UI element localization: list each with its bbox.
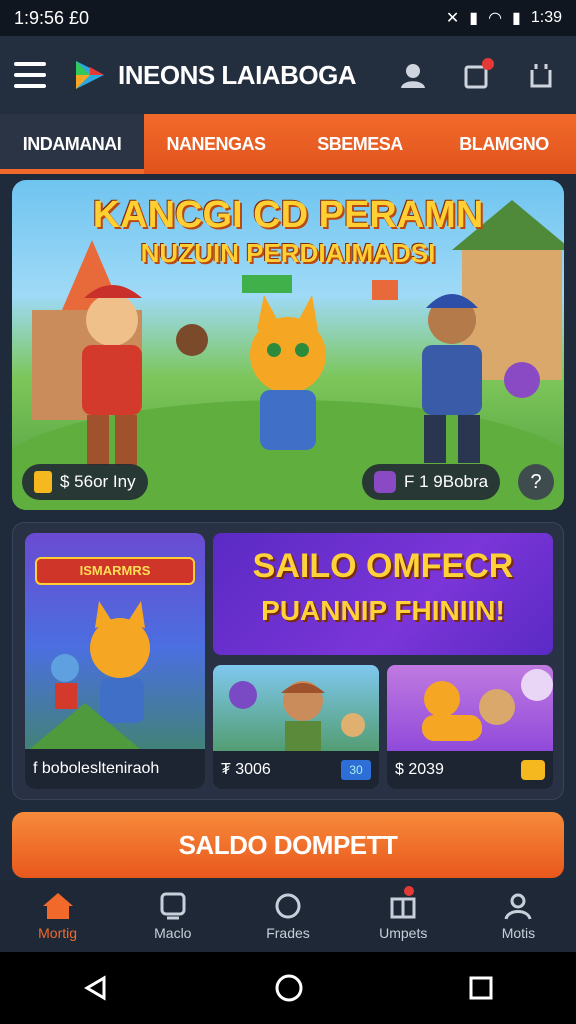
status-bar: 1:9:56 £0 ✕ ▮ ◠ ▮ 1:39 xyxy=(0,0,576,36)
hero-subtitle: NUZUIN PERDIAIMADSI xyxy=(140,238,436,268)
promo-main-illustration xyxy=(25,601,150,753)
wifi-icon: ◠ xyxy=(488,10,503,27)
tab-nanengas[interactable]: NANENGAS xyxy=(144,114,288,174)
promo-banner-title: SAILO OMFECR xyxy=(252,547,514,585)
menu-icon[interactable] xyxy=(14,62,46,88)
promo-badge: ISMARMRS xyxy=(35,557,195,585)
promo-card-1-badge: 30 xyxy=(341,760,371,780)
treasure-icon xyxy=(521,760,545,780)
notification-icon[interactable] xyxy=(456,54,498,96)
status-icons: ✕ ▮ ◠ ▮ 1:39 xyxy=(446,8,562,28)
hero-right-pill[interactable]: F 1 9Bobra xyxy=(362,464,501,500)
game-controller-icon xyxy=(160,892,186,920)
profile-icon xyxy=(504,893,532,920)
nav-item-trades[interactable]: Frades xyxy=(230,880,345,952)
bottom-nav: Mortig Maclo Frades Umpets Motis xyxy=(0,880,576,952)
promo-main-card[interactable]: ISMARMRS f boboleslteniraoh xyxy=(25,533,205,789)
nav-label-profile: Motis xyxy=(501,925,536,941)
tab-indamanai[interactable]: INDAMANAI xyxy=(0,114,144,174)
nav-label-rewards: Umpets xyxy=(379,925,428,941)
tab-blamgno[interactable]: BLAMGNO xyxy=(432,114,576,174)
gift-icon xyxy=(390,897,416,919)
hero-left-pill-text: $ 56or Iny xyxy=(60,472,136,491)
nav-item-home[interactable]: Mortig xyxy=(0,880,115,952)
tab-sbemesa[interactable]: SBEMESA xyxy=(288,114,432,174)
recents-icon[interactable] xyxy=(468,975,494,1001)
coin-icon xyxy=(34,471,52,493)
mute-icon: ✕ xyxy=(445,10,460,27)
back-icon[interactable] xyxy=(82,974,110,1002)
nav-item-profile[interactable]: Motis xyxy=(461,880,576,952)
system-nav-bar xyxy=(0,952,576,1024)
wallet-balance-button[interactable]: SALDO DOMPETT xyxy=(12,812,564,878)
promo-card-2-caption: $ 2039 xyxy=(387,751,553,789)
nav-label-trades: Frades xyxy=(266,925,310,941)
promo-banner-subtitle: PUANNIP FHINIIN! xyxy=(261,595,505,626)
bag-icon[interactable] xyxy=(520,54,562,96)
promo-card-1[interactable]: ₮ 3006 30 xyxy=(213,665,379,789)
nav-rewards-badge xyxy=(403,886,414,896)
promo-section: ISMARMRS f boboleslteniraoh SAILO OMFECR… xyxy=(12,522,564,800)
status-time: 1:9:56 £0 xyxy=(14,7,90,28)
nav-label-home: Mortig xyxy=(38,925,78,941)
battery-text: 1:39 xyxy=(530,9,562,26)
promo-card-2-illustration xyxy=(422,669,553,741)
nav-item-games[interactable]: Maclo xyxy=(115,880,230,952)
promo-card-2[interactable]: $ 2039 xyxy=(387,665,553,789)
help-button[interactable]: ? xyxy=(518,464,554,500)
nav-item-rewards[interactable]: Umpets xyxy=(346,880,461,952)
hero-left-pill[interactable]: $ 56or Iny xyxy=(22,464,148,500)
hero-banner[interactable]: KANCGI CD PERAMN NUZUIN PERDIAIMADSI $ 5… xyxy=(12,180,564,510)
promo-card-1-caption: ₮ 3006 30 xyxy=(213,751,379,789)
home-button-icon[interactable] xyxy=(274,973,304,1003)
promo-card-2-price: $ 2039 xyxy=(395,761,444,778)
notification-badge xyxy=(482,58,494,70)
gem-icon xyxy=(374,471,396,493)
promo-main-caption: f boboleslteniraoh xyxy=(25,749,205,789)
app-bar: INEONS LAIABOGA xyxy=(0,36,576,114)
promo-card-1-illustration xyxy=(229,681,365,751)
vibrate-icon: ▮ xyxy=(469,10,479,27)
home-icon xyxy=(42,893,73,919)
app-logo-icon xyxy=(76,61,104,89)
app-title: INEONS LAIABOGA xyxy=(118,59,357,90)
promo-card-1-price: ₮ 3006 xyxy=(221,761,271,778)
hero-title: KANCGI CD PERAMN xyxy=(92,194,484,236)
profile-icon[interactable] xyxy=(392,54,434,96)
nav-label-games: Maclo xyxy=(154,925,192,941)
refresh-icon xyxy=(275,893,301,919)
category-tabs: INDAMANAI NANENGAS SBEMESA BLAMGNO xyxy=(0,114,576,174)
promo-banner[interactable]: SAILO OMFECR PUANNIP FHINIIN! xyxy=(213,533,553,655)
battery-icon: ▮ xyxy=(512,10,521,27)
hero-right-pill-text: F 1 9Bobra xyxy=(404,472,489,491)
